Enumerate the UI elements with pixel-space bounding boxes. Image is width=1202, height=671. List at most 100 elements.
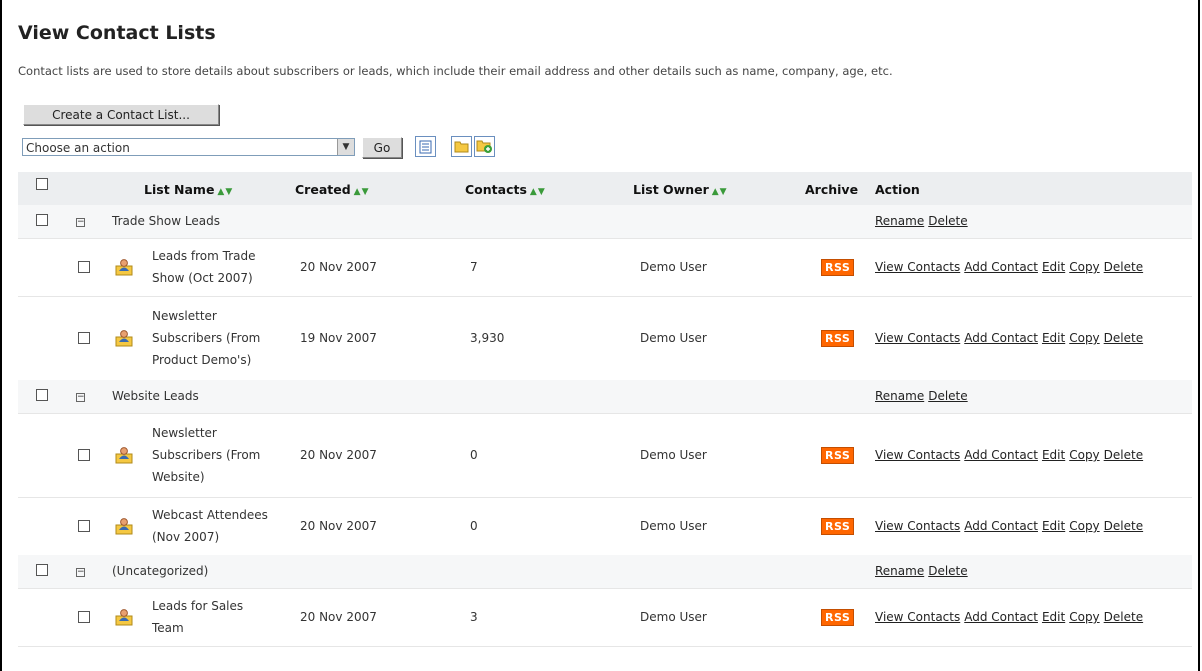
list-name[interactable]: Leads for Sales Team xyxy=(152,595,243,639)
add-link[interactable]: Add Contact xyxy=(964,260,1038,274)
group-rename-link[interactable]: Rename xyxy=(875,564,924,578)
list-contacts: 3,930 xyxy=(470,331,505,345)
group-name: (Uncategorized) xyxy=(112,564,209,578)
go-button[interactable]: Go xyxy=(362,137,402,158)
group-delete-link[interactable]: Delete xyxy=(928,214,967,228)
list-name-line: (Nov 2007) xyxy=(152,530,220,544)
copy-link[interactable]: Copy xyxy=(1069,260,1099,274)
list-contacts: 3 xyxy=(470,610,478,624)
group-delete-link[interactable]: Delete xyxy=(928,564,967,578)
add-link[interactable]: Add Contact xyxy=(964,331,1038,345)
rss-badge[interactable]: RSS xyxy=(821,518,855,535)
create-contact-list-button[interactable]: Create a Contact List... xyxy=(23,104,219,125)
row-checkbox[interactable] xyxy=(78,520,90,532)
collapse-icon[interactable]: − xyxy=(76,218,85,227)
list-name-line: Webcast Attendees xyxy=(152,508,268,522)
sort-arrows-icon[interactable]: ▲▼ xyxy=(354,187,370,197)
list-contacts: 7 xyxy=(470,260,478,274)
row-checkbox[interactable] xyxy=(78,449,90,461)
list-created: 20 Nov 2007 xyxy=(300,519,377,533)
list-created: 20 Nov 2007 xyxy=(300,610,377,624)
copy-link[interactable]: Copy xyxy=(1069,610,1099,624)
action-select[interactable]: Choose an action ▼ xyxy=(22,138,355,156)
rss-badge[interactable]: RSS xyxy=(821,447,855,464)
delete-link[interactable]: Delete xyxy=(1104,610,1143,624)
row-checkbox[interactable] xyxy=(78,261,90,273)
select-all-checkbox[interactable] xyxy=(36,178,48,190)
add-link[interactable]: Add Contact xyxy=(964,610,1038,624)
list-name-line: Subscribers (From xyxy=(152,331,261,345)
delete-link[interactable]: Delete xyxy=(1104,448,1143,462)
group-delete-link[interactable]: Delete xyxy=(928,389,967,403)
created-header[interactable]: Created ▲▼ xyxy=(295,180,370,202)
list-view-icon[interactable] xyxy=(415,136,436,157)
collapse-icon[interactable]: − xyxy=(76,393,85,402)
copy-link[interactable]: Copy xyxy=(1069,448,1099,462)
view-link[interactable]: View Contacts xyxy=(875,610,960,624)
group-checkbox[interactable] xyxy=(36,389,48,401)
row-checkbox[interactable] xyxy=(78,611,90,623)
rss-badge[interactable]: RSS xyxy=(821,259,855,276)
edit-link[interactable]: Edit xyxy=(1042,610,1065,624)
group-checkbox[interactable] xyxy=(36,564,48,576)
list-name-line: Product Demo's) xyxy=(152,353,252,367)
list-owner: Demo User xyxy=(640,331,707,345)
list-owner: Demo User xyxy=(640,260,707,274)
list-name[interactable]: Newsletter Subscribers (From Product Demo'… xyxy=(152,305,260,371)
view-link[interactable]: View Contacts xyxy=(875,260,960,274)
list-name[interactable]: Webcast Attendees (Nov 2007) xyxy=(152,504,268,548)
contacts-header-label: Contacts xyxy=(465,182,527,197)
row-actions: View Contacts Add Contact Edit Copy Delete xyxy=(875,607,1147,627)
new-folder-icon[interactable] xyxy=(474,136,495,157)
group-checkbox[interactable] xyxy=(36,214,48,226)
delete-link[interactable]: Delete xyxy=(1104,519,1143,533)
page-description: Contact lists are used to store details … xyxy=(18,64,893,78)
view-link[interactable]: View Contacts xyxy=(875,331,960,345)
row-actions: View Contacts Add Contact Edit Copy Delete xyxy=(875,445,1147,465)
edit-link[interactable]: Edit xyxy=(1042,260,1065,274)
rss-badge[interactable]: RSS xyxy=(821,330,855,347)
collapse-icon[interactable]: − xyxy=(76,568,85,577)
copy-link[interactable]: Copy xyxy=(1069,519,1099,533)
add-link[interactable]: Add Contact xyxy=(964,519,1038,533)
contact-list-icon xyxy=(114,257,134,277)
row-checkbox[interactable] xyxy=(78,332,90,344)
group-name: Website Leads xyxy=(112,389,199,403)
row-actions: View Contacts Add Contact Edit Copy Delete xyxy=(875,516,1147,536)
delete-link[interactable]: Delete xyxy=(1104,331,1143,345)
delete-link[interactable]: Delete xyxy=(1104,260,1143,274)
copy-link[interactable]: Copy xyxy=(1069,331,1099,345)
view-link[interactable]: View Contacts xyxy=(875,519,960,533)
group-actions: Rename Delete xyxy=(875,561,972,581)
list-name-line: Website) xyxy=(152,470,205,484)
group-row: − Website Leads Rename Delete xyxy=(18,380,1192,414)
sort-arrows-icon[interactable]: ▲▼ xyxy=(217,187,233,197)
list-owner-header[interactable]: List Owner ▲▼ xyxy=(633,180,728,202)
list-name-line: Subscribers (From xyxy=(152,448,261,462)
edit-link[interactable]: Edit xyxy=(1042,331,1065,345)
list-name-line: Newsletter xyxy=(152,309,217,323)
folder-icon[interactable] xyxy=(451,136,472,157)
list-name-line: Leads from Trade xyxy=(152,249,256,263)
group-name: Trade Show Leads xyxy=(112,214,220,228)
edit-link[interactable]: Edit xyxy=(1042,448,1065,462)
list-name[interactable]: Leads from Trade Show (Oct 2007) xyxy=(152,245,256,289)
list-name-header-label: List Name xyxy=(144,182,215,197)
table-row: Webcast Attendees (Nov 2007) 20 Nov 2007 0 D… xyxy=(18,497,1192,556)
group-rename-link[interactable]: Rename xyxy=(875,214,924,228)
chevron-down-icon[interactable]: ▼ xyxy=(337,139,354,155)
rss-badge[interactable]: RSS xyxy=(821,609,855,626)
list-name[interactable]: Newsletter Subscribers (From Website) xyxy=(152,422,260,488)
group-rename-link[interactable]: Rename xyxy=(875,389,924,403)
table-row: Newsletter Subscribers (From Product Demo'… xyxy=(18,296,1192,381)
list-name-line: Team xyxy=(152,621,184,635)
archive-header: Archive xyxy=(805,182,859,197)
list-name-header[interactable]: List Name ▲▼ xyxy=(144,180,233,202)
row-actions: View Contacts Add Contact Edit Copy Delete xyxy=(875,257,1147,277)
sort-arrows-icon[interactable]: ▲▼ xyxy=(712,187,728,197)
add-link[interactable]: Add Contact xyxy=(964,448,1038,462)
edit-link[interactable]: Edit xyxy=(1042,519,1065,533)
view-link[interactable]: View Contacts xyxy=(875,448,960,462)
contacts-header[interactable]: Contacts ▲▼ xyxy=(465,180,546,202)
sort-arrows-icon[interactable]: ▲▼ xyxy=(530,187,546,197)
